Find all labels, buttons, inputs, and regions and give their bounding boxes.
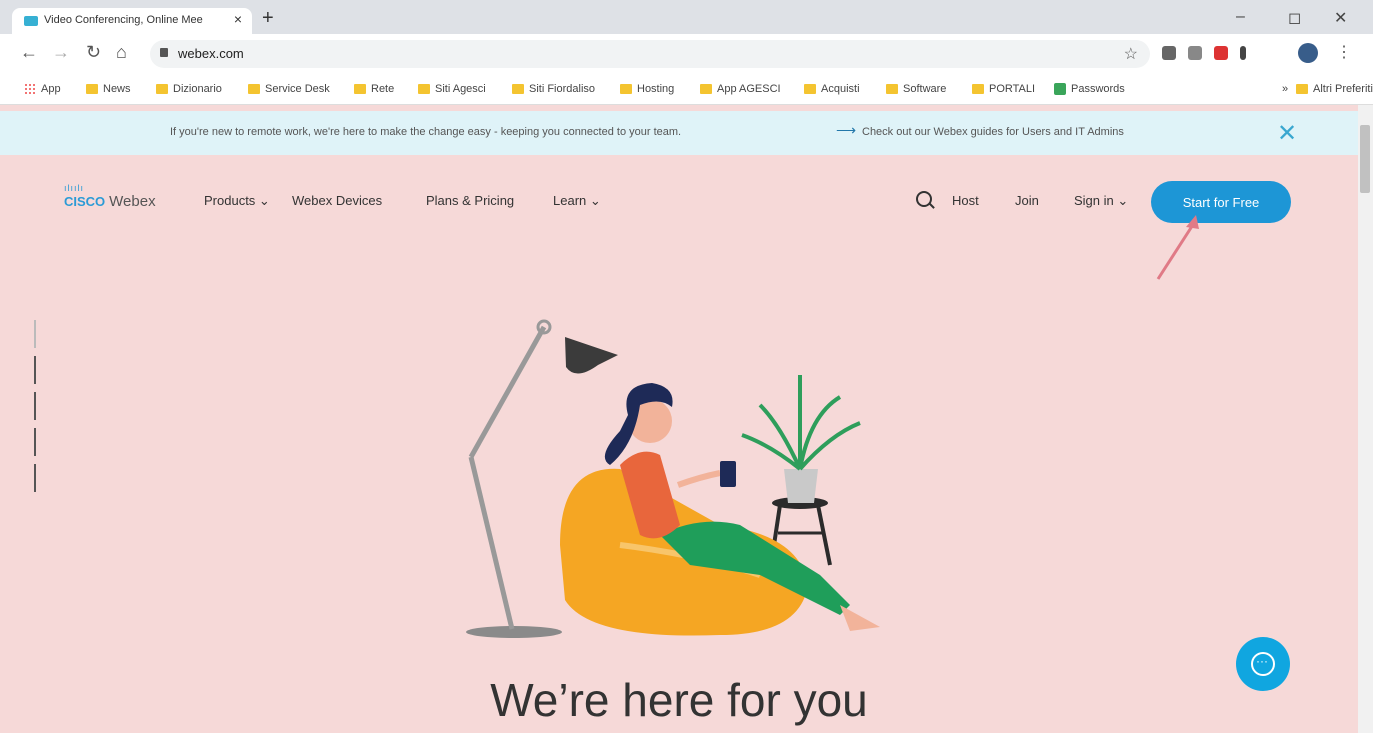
bookmarks-bar: App News Dizionario Service Desk Rete Si… xyxy=(0,78,1373,105)
hero-illustration xyxy=(466,319,880,638)
folder-icon xyxy=(86,84,98,94)
bookmark-label: Rete xyxy=(371,83,395,95)
folder-icon xyxy=(804,84,816,94)
bookmark-folder[interactable]: Hosting xyxy=(620,83,674,95)
bookmark-label: Hosting xyxy=(637,83,675,95)
bookmarks-overflow[interactable]: » xyxy=(1282,83,1288,95)
hero-headline: We’re here for you xyxy=(490,674,868,726)
bookmark-label: Service Desk xyxy=(265,83,330,95)
home-icon[interactable]: ⌂ xyxy=(116,42,127,63)
browser-toolbar: ← → ↻ ⌂ webex.com ☆ ⋮ xyxy=(0,34,1373,78)
bookmark-label: Dizionario xyxy=(173,83,222,95)
extension-icon[interactable] xyxy=(1162,46,1176,60)
bookmark-star-icon[interactable]: ☆ xyxy=(1124,44,1138,64)
bookmark-folder[interactable]: Service Desk xyxy=(248,83,330,95)
bookmark-folder[interactable]: Siti Fiordaliso xyxy=(512,83,595,95)
folder-icon xyxy=(418,84,430,94)
bookmark-label: Siti Agesci xyxy=(435,83,486,95)
window-close-icon[interactable]: ✕ xyxy=(1334,8,1347,28)
extension-icon[interactable] xyxy=(1240,46,1246,60)
bookmark-label: PORTALI xyxy=(989,83,1036,95)
menu-icon[interactable]: ⋮ xyxy=(1336,42,1352,62)
bookmark-label: Acquisti xyxy=(821,83,860,95)
bookmark-label: Passwords xyxy=(1071,83,1125,95)
folder-icon xyxy=(886,84,898,94)
maximize-icon[interactable]: ◻ xyxy=(1288,8,1301,28)
bookmark-folder[interactable]: Dizionario xyxy=(156,83,222,95)
bookmark-passwords[interactable]: Passwords xyxy=(1054,83,1125,95)
chat-bubble-icon xyxy=(1251,652,1275,676)
tab-close-icon[interactable]: × xyxy=(234,11,242,27)
page-scrollbar[interactable] xyxy=(1358,105,1373,733)
folder-icon xyxy=(248,84,260,94)
bookmark-folder[interactable]: Software xyxy=(886,83,946,95)
extension-icon[interactable] xyxy=(1214,46,1228,60)
tab-strip: Video Conferencing, Online Mee × + – ◻ ✕ xyxy=(0,0,1373,34)
bookmark-folder[interactable]: Rete xyxy=(354,83,394,95)
webex-favicon-icon xyxy=(24,16,38,26)
bookmark-folder[interactable]: Siti Agesci xyxy=(418,83,486,95)
profile-avatar[interactable] xyxy=(1298,43,1318,63)
bookmark-folder[interactable]: Acquisti xyxy=(804,83,860,95)
bookmark-folder[interactable]: PORTALI xyxy=(972,83,1035,95)
bookmark-apps[interactable]: App xyxy=(24,83,61,95)
folder-icon xyxy=(620,84,632,94)
url-text: webex.com xyxy=(178,46,244,61)
browser-tab[interactable]: Video Conferencing, Online Mee × xyxy=(12,8,252,34)
minimize-icon[interactable]: – xyxy=(1236,8,1245,26)
webpage: If you're new to remote work, we're here… xyxy=(0,105,1358,733)
bookmark-folder[interactable]: News xyxy=(86,83,131,95)
password-icon xyxy=(1054,83,1066,95)
folder-icon xyxy=(156,84,168,94)
apps-icon xyxy=(24,83,36,95)
bookmark-label: App AGESCI xyxy=(717,83,781,95)
extension-icon[interactable] xyxy=(1188,46,1202,60)
forward-arrow-icon[interactable]: → xyxy=(52,42,70,63)
scrollbar-thumb[interactable] xyxy=(1360,125,1370,193)
folder-icon xyxy=(512,84,524,94)
tab-title: Video Conferencing, Online Mee xyxy=(44,14,203,26)
bookmark-label: Altri Preferiti xyxy=(1313,83,1373,95)
reload-icon[interactable]: ↻ xyxy=(86,42,101,63)
bookmark-folder[interactable]: App AGESCI xyxy=(700,83,781,95)
folder-icon xyxy=(972,84,984,94)
lock-icon xyxy=(160,48,168,57)
folder-icon xyxy=(1296,84,1308,94)
bookmark-label: Software xyxy=(903,83,947,95)
folder-icon xyxy=(700,84,712,94)
back-arrow-icon[interactable]: ← xyxy=(20,42,38,63)
bookmark-label: Siti Fiordaliso xyxy=(529,83,596,95)
folder-icon xyxy=(354,84,366,94)
bookmark-label: News xyxy=(103,83,131,95)
new-tab-button[interactable]: + xyxy=(262,8,274,28)
address-bar[interactable]: webex.com ☆ xyxy=(150,40,1150,68)
chat-button[interactable] xyxy=(1236,637,1290,691)
bookmark-label: App xyxy=(41,83,61,95)
bookmark-other[interactable]: Altri Preferiti xyxy=(1296,83,1373,95)
